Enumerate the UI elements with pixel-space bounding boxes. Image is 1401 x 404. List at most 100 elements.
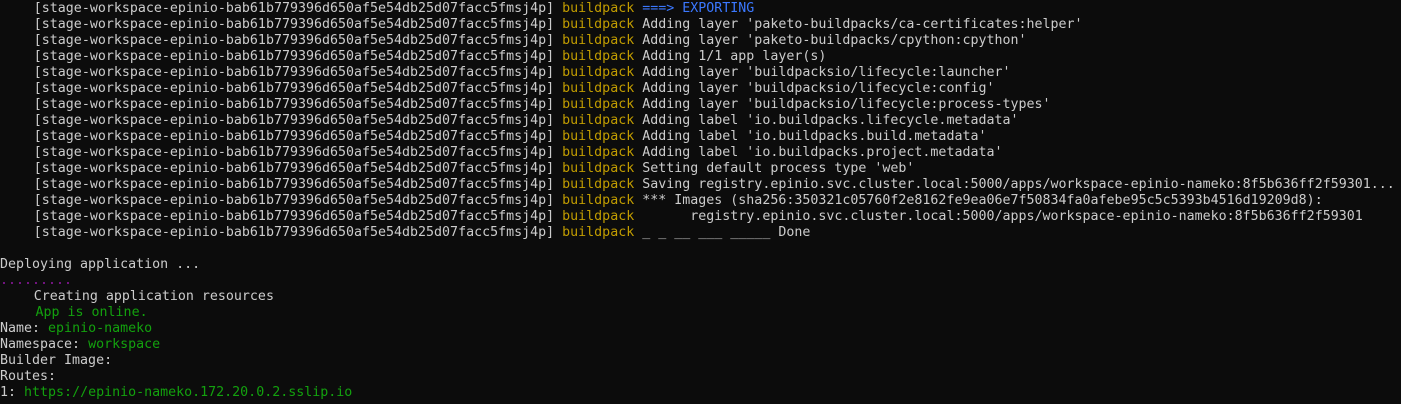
routes-line: Routes:: [0, 369, 1401, 385]
pod-name: [stage-workspace-epinio-bab61b779396d650…: [33, 193, 555, 208]
pod-name: [stage-workspace-epinio-bab61b779396d650…: [33, 81, 555, 96]
pod-name: [stage-workspace-epinio-bab61b779396d650…: [33, 97, 555, 112]
namespace-label: Namespace:: [0, 337, 81, 352]
pod-name: [stage-workspace-epinio-bab61b779396d650…: [33, 33, 555, 48]
log-line: ⠀ [stage-workspace-epinio-bab61b779396d6…: [0, 17, 1401, 33]
log-line: ⠀ [stage-workspace-epinio-bab61b779396d6…: [0, 177, 1401, 193]
log-source: buildpack: [562, 33, 635, 48]
namespace-value: workspace: [88, 337, 161, 352]
log-bullet-icon: ⠀: [0, 33, 10, 48]
pod-name: [stage-workspace-epinio-bab61b779396d650…: [33, 145, 555, 160]
creating-line: ⠀ Creating application resources: [0, 289, 1401, 305]
log-source: buildpack: [562, 161, 635, 176]
log-message: _ _ __ ___ _____ Done: [642, 225, 811, 240]
online-text: App is online.: [35, 305, 148, 320]
log-message: registry.epinio.svc.cluster.local:5000/a…: [642, 209, 1363, 224]
name-label: Name:: [0, 321, 41, 336]
log-line: ⠀ [stage-workspace-epinio-bab61b779396d6…: [0, 81, 1401, 97]
log-source: buildpack: [562, 97, 635, 112]
log-bullet-icon: ⠀: [0, 17, 10, 32]
pod-name: [stage-workspace-epinio-bab61b779396d650…: [33, 65, 555, 80]
log-message: Adding layer 'buildpacksio/lifecycle:pro…: [642, 97, 1051, 112]
progress-dots: .........: [0, 273, 73, 288]
log-message: Adding label 'io.buildpacks.build.metada…: [642, 129, 987, 144]
log-bullet-icon: ⠀: [0, 1, 10, 16]
creating-text: Creating application resources: [33, 289, 274, 304]
log-bullet-icon: ⠀: [0, 113, 10, 128]
log-message: Adding label 'io.buildpacks.project.meta…: [642, 145, 1003, 160]
pod-name: [stage-workspace-epinio-bab61b779396d650…: [33, 161, 555, 176]
log-bullet-icon: ⠀: [0, 177, 10, 192]
log-bullet-icon: ⠀: [0, 81, 10, 96]
pod-name: [stage-workspace-epinio-bab61b779396d650…: [33, 225, 555, 240]
log-message: Setting default process type 'web': [642, 161, 915, 176]
log-line: ⠀ [stage-workspace-epinio-bab61b779396d6…: [0, 193, 1401, 209]
log-line: ⠀ [stage-workspace-epinio-bab61b779396d6…: [0, 1, 1401, 17]
online-line: ⠀⠀ App is online.: [0, 305, 1401, 321]
builder-image-label: Builder Image:: [0, 353, 113, 368]
log-message: Adding layer 'paketo-buildpacks/ca-certi…: [642, 17, 1083, 32]
log-source: buildpack: [562, 17, 635, 32]
creating-status-icon: ⠀: [0, 289, 10, 304]
pod-name: [stage-workspace-epinio-bab61b779396d650…: [33, 209, 555, 224]
log-source: buildpack: [562, 129, 635, 144]
log-message: Adding layer 'buildpacksio/lifecycle:lau…: [642, 65, 1011, 80]
log-bullet-icon: ⠀: [0, 145, 10, 160]
log-message: *** Images (sha256:350321c05760f2e8162fe…: [642, 193, 1323, 208]
spinner-line: .........: [0, 273, 1401, 289]
log-line: ⠀ [stage-workspace-epinio-bab61b779396d6…: [0, 145, 1401, 161]
pod-name: [stage-workspace-epinio-bab61b779396d650…: [33, 129, 555, 144]
log-bullet-icon: ⠀: [0, 225, 10, 240]
deploying-text: Deploying application ...: [0, 257, 201, 272]
pod-name: [stage-workspace-epinio-bab61b779396d650…: [33, 17, 555, 32]
builder-line: Builder Image:: [0, 353, 1401, 369]
log-source: buildpack: [562, 81, 635, 96]
log-line: ⠀ [stage-workspace-epinio-bab61b779396d6…: [0, 49, 1401, 65]
log-message: Adding label 'io.buildpacks.lifecycle.me…: [642, 113, 1019, 128]
pod-name: [stage-workspace-epinio-bab61b779396d650…: [33, 113, 555, 128]
log-message: Saving registry.epinio.svc.cluster.local…: [642, 177, 1395, 192]
log-source: buildpack: [562, 1, 635, 16]
log-source: buildpack: [562, 65, 635, 80]
log-bullet-icon: ⠀: [0, 193, 10, 208]
pod-name: [stage-workspace-epinio-bab61b779396d650…: [33, 1, 555, 16]
log-line: ⠀ [stage-workspace-epinio-bab61b779396d6…: [0, 209, 1401, 225]
routes-label: Routes:: [0, 369, 57, 384]
log-bullet-icon: ⠀: [0, 129, 10, 144]
namespace-line: Namespace: workspace: [0, 337, 1401, 353]
log-line: ⠀ [stage-workspace-epinio-bab61b779396d6…: [0, 225, 1401, 241]
log-source: buildpack: [562, 145, 635, 160]
log-bullet-icon: ⠀: [0, 49, 10, 64]
log-line: ⠀ [stage-workspace-epinio-bab61b779396d6…: [0, 65, 1401, 81]
log-bullet-icon: ⠀: [0, 209, 10, 224]
log-line: ⠀ [stage-workspace-epinio-bab61b779396d6…: [0, 113, 1401, 129]
log-source: buildpack: [562, 209, 635, 224]
app-name-value: epinio-nameko: [48, 321, 153, 336]
log-bullet-icon: ⠀: [0, 65, 10, 80]
log-source: buildpack: [562, 193, 635, 208]
log-line: ⠀ [stage-workspace-epinio-bab61b779396d6…: [0, 129, 1401, 145]
log-message: Adding 1/1 app layer(s): [642, 49, 827, 64]
log-bullet-icon: ⠀: [0, 161, 10, 176]
log-message: Adding layer 'buildpacksio/lifecycle:con…: [642, 81, 995, 96]
log-line: ⠀ [stage-workspace-epinio-bab61b779396d6…: [0, 161, 1401, 177]
log-source: buildpack: [562, 225, 635, 240]
deploying-line: Deploying application ...: [0, 257, 1401, 273]
log-source: buildpack: [562, 177, 635, 192]
log-source: buildpack: [562, 49, 635, 64]
log-line: ⠀ [stage-workspace-epinio-bab61b779396d6…: [0, 33, 1401, 49]
log-phase-marker: ===> EXPORTING: [642, 1, 755, 16]
online-status-icon: ⠀⠀: [0, 305, 20, 320]
pod-name: [stage-workspace-epinio-bab61b779396d650…: [33, 177, 555, 192]
pod-name: [stage-workspace-epinio-bab61b779396d650…: [33, 49, 555, 64]
route-index: 1:: [0, 385, 17, 400]
route-url-link[interactable]: https://epinio-nameko.172.20.0.2.sslip.i…: [24, 385, 352, 400]
log-message: Adding layer 'paketo-buildpacks/cpython:…: [642, 33, 1027, 48]
name-line: Name: epinio-nameko: [0, 321, 1401, 337]
log-bullet-icon: ⠀: [0, 97, 10, 112]
route-line: 1: https://epinio-nameko.172.20.0.2.ssli…: [0, 385, 1401, 401]
log-source: buildpack: [562, 113, 635, 128]
log-line: ⠀ [stage-workspace-epinio-bab61b779396d6…: [0, 97, 1401, 113]
terminal-output[interactable]: ⠀ [stage-workspace-epinio-bab61b779396d6…: [0, 0, 1401, 404]
